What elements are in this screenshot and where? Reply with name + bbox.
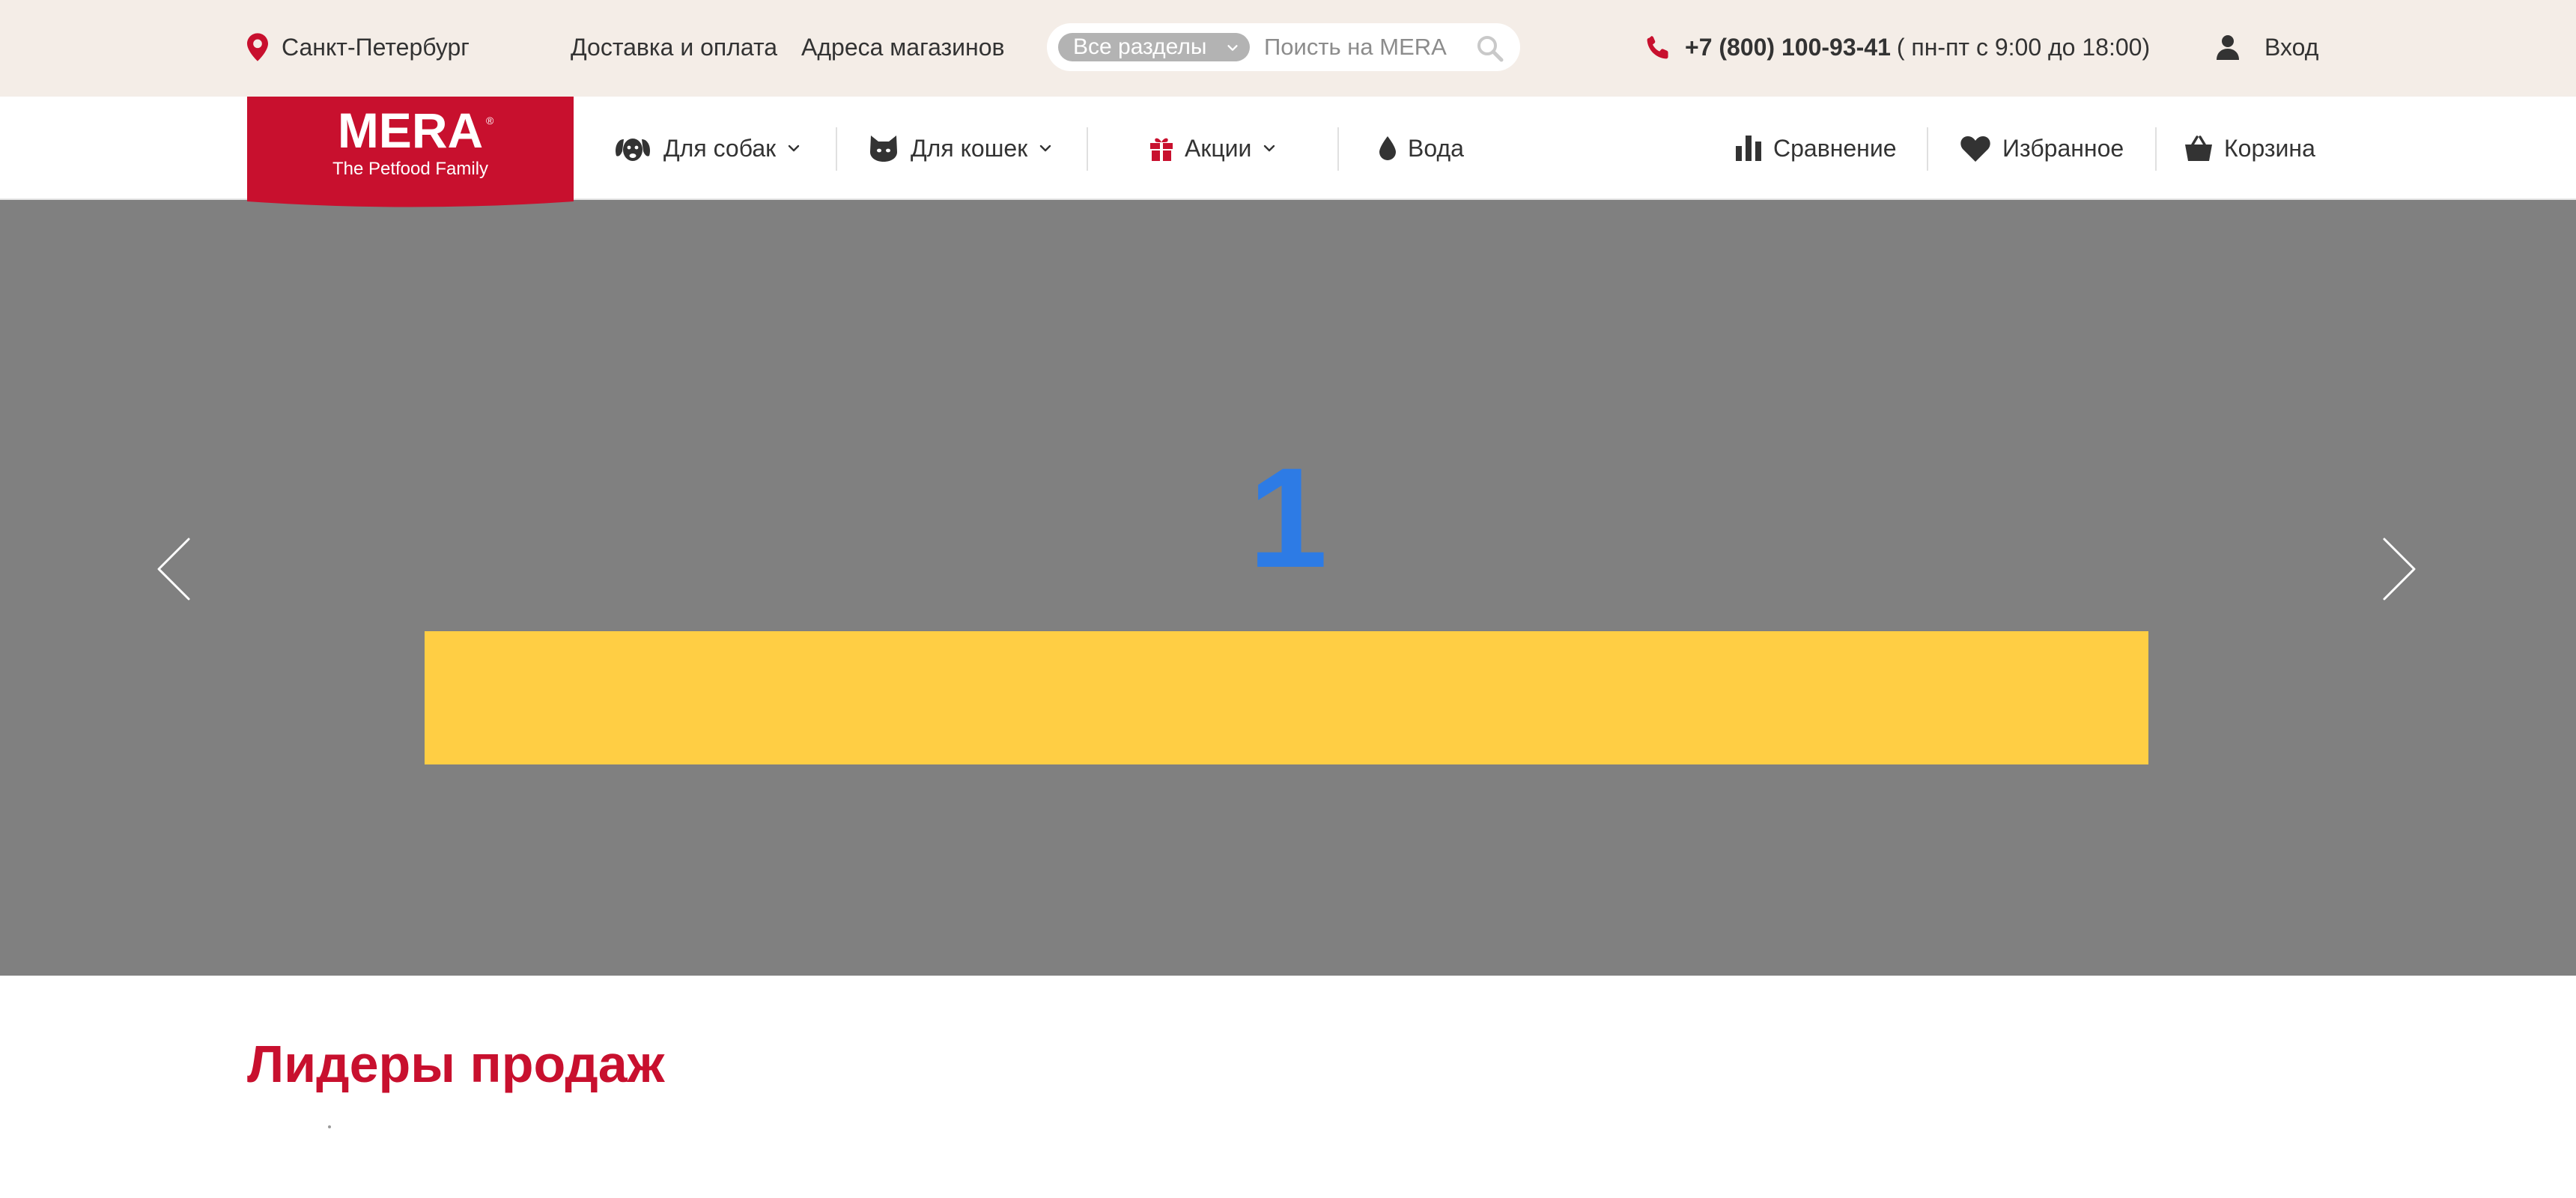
nav-dogs-label: Для собак <box>663 134 777 162</box>
slide-banner[interactable] <box>425 631 2148 764</box>
gift-icon <box>1150 136 1173 161</box>
nav-promotions[interactable]: Акции <box>1150 127 1277 169</box>
nav-promotions-label: Акции <box>1185 134 1252 162</box>
city-selector[interactable]: Санкт-Петербург <box>247 28 470 66</box>
phone-contact[interactable]: +7 (800) 100-93-41 ( пн-пт с 9:00 до 18:… <box>1646 28 2150 66</box>
slide-number: 1 <box>1248 439 1328 598</box>
nav-divider <box>836 127 837 171</box>
section-marker <box>328 1125 331 1128</box>
chevron-down-icon <box>1227 45 1238 51</box>
top-bar-inner: Санкт-Петербург Доставка и оплата Адреса… <box>247 0 2318 97</box>
location-pin-icon <box>247 33 268 61</box>
nav-dogs[interactable]: Для собак <box>614 127 801 169</box>
logo-badge: MERA ® The Petfood Family <box>247 97 574 207</box>
phone-hours: ( пн-пт с 9:00 до 18:00) <box>1896 33 2151 61</box>
mera-logo[interactable]: MERA ® The Petfood Family <box>247 97 574 209</box>
login-label: Вход <box>2264 33 2319 61</box>
search-section-select[interactable]: Все разделы <box>1058 33 1250 61</box>
nav-cats[interactable]: Для кошек <box>869 127 1053 169</box>
stores-link[interactable]: Адреса магазинов <box>801 28 1005 66</box>
water-drop-icon <box>1379 136 1396 160</box>
phone-icon <box>1647 36 1668 59</box>
cat-icon <box>869 134 899 162</box>
logo-brand-text: MERA <box>338 103 483 158</box>
search-pill: Все разделы <box>1047 23 1520 71</box>
nav-water-label: Вода <box>1408 134 1464 162</box>
basket-icon <box>2185 136 2212 161</box>
favorites-button[interactable]: Избранное <box>1960 127 2124 169</box>
logo-tagline: The Petfood Family <box>332 159 488 179</box>
chevron-right-icon[interactable] <box>2378 532 2423 606</box>
nav-divider <box>1087 127 1088 171</box>
chevron-down-icon <box>1039 145 1051 152</box>
nav-cats-label: Для кошек <box>911 134 1028 162</box>
cart-label: Корзина <box>2224 134 2315 162</box>
compare-button[interactable]: Сравнение <box>1736 127 1897 169</box>
cart-button[interactable]: Корзина <box>2185 127 2315 169</box>
hero-slider: 1 <box>0 200 2576 976</box>
heart-icon <box>1960 135 1990 162</box>
phone-number: +7 (800) 100-93-41 <box>1685 33 1891 61</box>
city-label: Санкт-Петербург <box>282 33 470 61</box>
nav-divider <box>2155 127 2157 171</box>
registered-mark: ® <box>486 115 494 127</box>
nav-divider <box>1337 127 1339 171</box>
compare-label: Сравнение <box>1773 134 1897 162</box>
login-button[interactable]: Вход <box>2217 28 2318 66</box>
search-section-label: Все разделы <box>1073 34 1207 59</box>
chevron-down-icon <box>1264 145 1275 152</box>
nav-divider <box>1927 127 1928 171</box>
delivery-link[interactable]: Доставка и оплата <box>571 28 777 66</box>
top-bar: Санкт-Петербург Доставка и оплата Адреса… <box>0 0 2576 97</box>
bestsellers-heading: Лидеры продаж <box>247 1035 665 1093</box>
compare-icon <box>1736 136 1761 161</box>
chevron-down-icon <box>788 145 800 152</box>
nav-water[interactable]: Вода <box>1379 127 1464 169</box>
chevron-left-icon[interactable] <box>150 532 195 606</box>
user-icon <box>2217 35 2239 60</box>
search-input[interactable] <box>1264 32 1466 62</box>
favorites-label: Избранное <box>2002 134 2124 162</box>
dog-icon <box>614 132 651 165</box>
search-icon[interactable] <box>1475 34 1505 64</box>
